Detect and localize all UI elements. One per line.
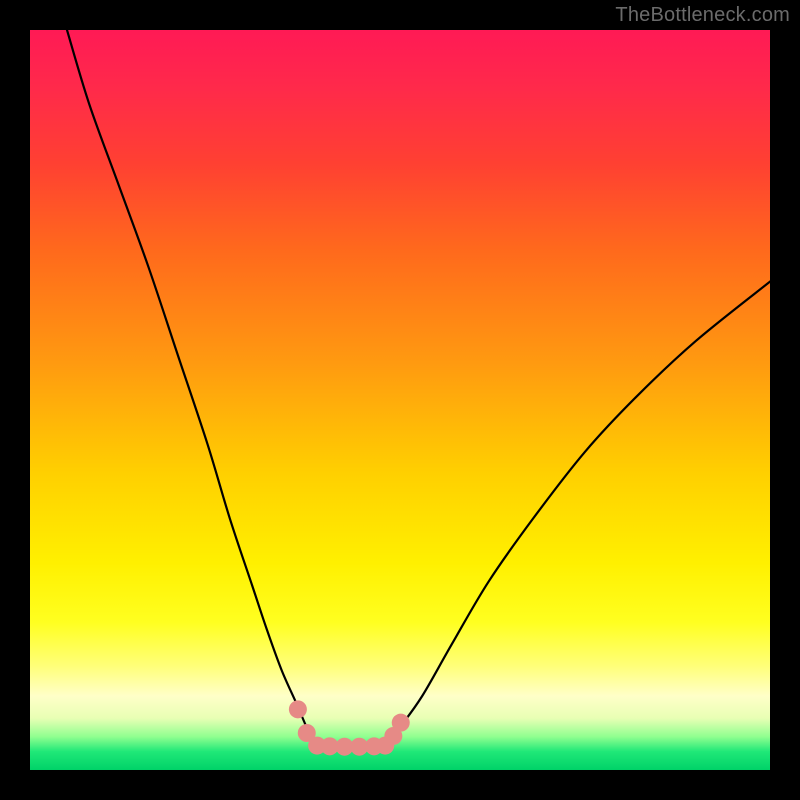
plot-area <box>30 30 770 770</box>
chart-stage: TheBottleneck.com <box>0 0 800 800</box>
bottleneck-curve <box>67 30 770 747</box>
watermark-text: TheBottleneck.com <box>615 4 790 27</box>
valley-marker <box>289 700 307 718</box>
curve-layer <box>30 30 770 770</box>
valley-marker-group <box>289 700 410 755</box>
valley-marker <box>392 714 410 732</box>
